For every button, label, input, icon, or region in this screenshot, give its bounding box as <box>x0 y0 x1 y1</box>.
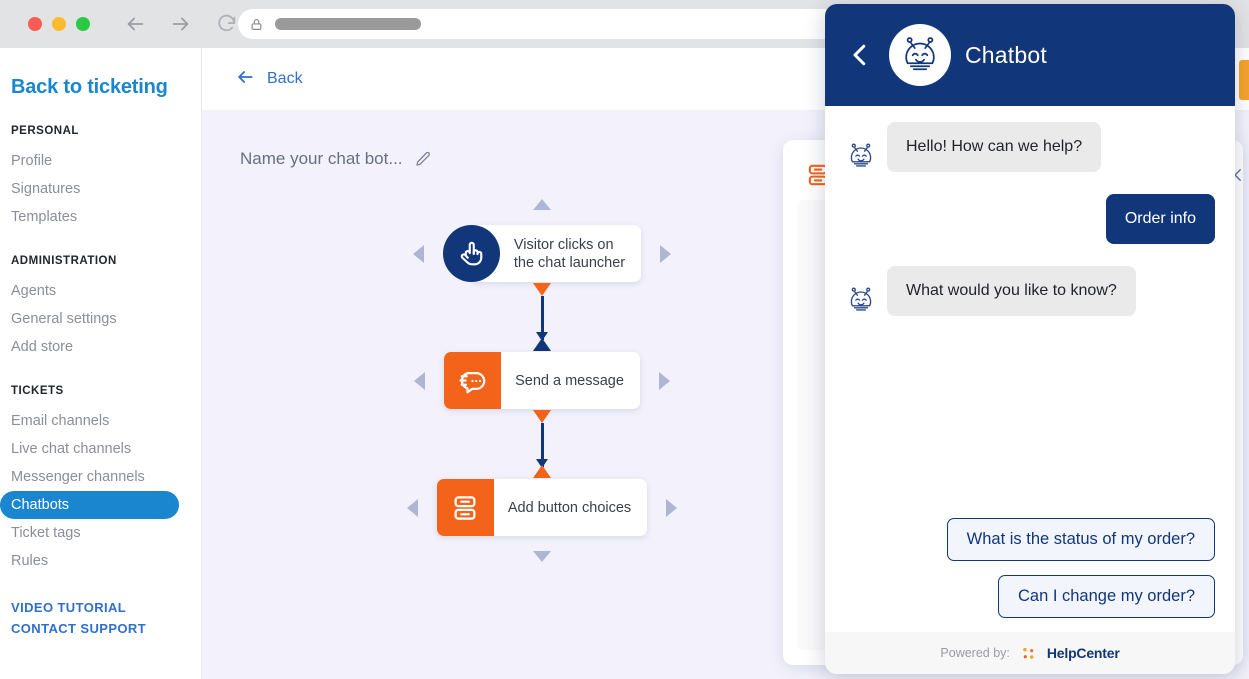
sidebar-item-live-chat-channels[interactable]: Live chat channels <box>0 435 179 463</box>
powered-by-label: Powered by: <box>940 646 1010 660</box>
robot-icon <box>845 284 877 316</box>
helpcenter-brand-name: HelpCenter <box>1046 645 1120 661</box>
browser-nav-buttons <box>124 13 238 35</box>
flow-connector-2 <box>392 409 692 479</box>
sidebar-item-chatbots[interactable]: Chatbots <box>0 491 179 519</box>
quick-reply-change-order[interactable]: Can I change my order? <box>997 575 1215 618</box>
chat-bubble: What would you like to know? <box>887 266 1136 316</box>
pencil-icon[interactable] <box>415 151 431 167</box>
add-node-up-arrow[interactable] <box>533 199 551 210</box>
robot-icon <box>845 140 877 172</box>
chat-widget: Chatbot Hello! How can we help? Order in… <box>825 4 1235 674</box>
add-node-left-arrow[interactable] <box>406 498 418 517</box>
sidebar-item-profile[interactable]: Profile <box>0 147 179 175</box>
video-tutorial-link[interactable]: VIDEO TUTORIAL <box>0 597 201 618</box>
bot-name-placeholder: Name your chat bot... <box>240 149 403 168</box>
chat-widget-header: Chatbot <box>825 4 1235 106</box>
lock-icon <box>250 18 263 31</box>
quick-reply-order-status[interactable]: What is the status of my order? <box>946 518 1215 561</box>
orange-accent-strip <box>1239 60 1249 100</box>
reload-icon[interactable] <box>216 13 238 35</box>
sidebar-group-personal: PERSONAL Profile Signatures Templates <box>0 125 201 231</box>
robot-avatar-icon <box>889 24 951 86</box>
sidebar-heading-personal: PERSONAL <box>11 125 79 137</box>
chat-message-list: Hello! How can we help? Order info What … <box>825 106 1235 632</box>
sidebar-item-general-settings[interactable]: General settings <box>0 305 179 333</box>
sidebar-heading-administration: ADMINISTRATION <box>11 255 117 267</box>
chat-message-icon <box>444 352 502 409</box>
connector-top-marker <box>533 410 551 423</box>
connector-top-marker <box>533 283 551 296</box>
sidebar-group-tickets: TICKETS Email channels Live chat channel… <box>0 385 201 575</box>
sidebar-item-messenger-channels[interactable]: Messenger channels <box>0 463 179 491</box>
back-button-label: Back <box>267 70 303 87</box>
flow-node-visitor-clicks[interactable]: Visitor clicks on the chat launcher <box>392 199 692 282</box>
connector-bottom-marker <box>533 338 551 351</box>
arrow-left-icon <box>235 67 255 92</box>
connector-bottom-marker <box>533 465 551 478</box>
forward-icon[interactable] <box>170 13 192 35</box>
window-controls <box>28 17 90 31</box>
flow-node-label: Send a message <box>515 372 624 389</box>
chat-widget-title: Chatbot <box>965 41 1047 68</box>
flow-node-add-button-choices[interactable]: Add button choices <box>392 479 692 562</box>
chat-message-bot: Hello! How can we help? <box>845 122 1215 172</box>
chat-bubble: Order info <box>1105 194 1215 244</box>
button-choices-icon <box>436 479 494 536</box>
back-icon[interactable] <box>124 13 146 35</box>
back-button[interactable]: Back <box>235 67 303 92</box>
sidebar-item-ticket-tags[interactable]: Ticket tags <box>0 519 179 547</box>
sidebar-group-administration: ADMINISTRATION Agents General settings A… <box>0 255 201 361</box>
sidebar-footer-links: VIDEO TUTORIAL CONTACT SUPPORT <box>0 597 201 639</box>
window-maximize-button[interactable] <box>76 17 90 31</box>
chat-message-bot: What would you like to know? <box>845 266 1215 316</box>
chat-bubble: Hello! How can we help? <box>887 122 1102 172</box>
flow-node-send-message[interactable]: Send a message <box>392 352 692 409</box>
url-text <box>275 18 421 30</box>
add-node-down-arrow[interactable] <box>533 551 551 562</box>
flow-node-label: Visitor clicks on the chat launcher <box>513 236 626 271</box>
chatbot-flow: Visitor clicks on the chat launcher Send… <box>392 199 692 562</box>
chevron-left-icon[interactable] <box>845 40 875 70</box>
screen-root: Back to ticketing PERSONAL Profile Signa… <box>0 0 1249 679</box>
sidebar-item-add-store[interactable]: Add store <box>0 333 179 361</box>
quick-reply-group: What is the status of my order? Can I ch… <box>946 518 1215 618</box>
sidebar-item-signatures[interactable]: Signatures <box>0 175 179 203</box>
chat-message-user: Order info <box>845 194 1215 244</box>
bot-name-field[interactable]: Name your chat bot... <box>240 149 431 169</box>
contact-support-link[interactable]: CONTACT SUPPORT <box>0 618 201 639</box>
add-node-left-arrow[interactable] <box>414 371 426 390</box>
sidebar-heading-tickets: TICKETS <box>11 385 64 397</box>
back-to-ticketing-link[interactable]: Back to ticketing <box>0 48 201 99</box>
add-node-left-arrow[interactable] <box>412 244 424 263</box>
add-node-right-arrow[interactable] <box>658 371 670 390</box>
helpcenter-logo-icon <box>1020 645 1037 662</box>
chat-widget-footer: Powered by: HelpCenter <box>825 632 1235 674</box>
sidebar-item-agents[interactable]: Agents <box>0 277 179 305</box>
flow-connector-1 <box>392 282 692 352</box>
sidebar-item-email-channels[interactable]: Email channels <box>0 407 179 435</box>
window-minimize-button[interactable] <box>52 17 66 31</box>
app-sidebar: Back to ticketing PERSONAL Profile Signa… <box>0 48 202 679</box>
window-close-button[interactable] <box>28 17 42 31</box>
pointing-hand-icon <box>442 225 500 282</box>
flow-node-label: Add button choices <box>507 499 632 516</box>
add-node-right-arrow[interactable] <box>666 498 678 517</box>
sidebar-item-rules[interactable]: Rules <box>0 547 179 575</box>
sidebar-item-templates[interactable]: Templates <box>0 203 179 231</box>
add-node-right-arrow[interactable] <box>660 244 672 263</box>
